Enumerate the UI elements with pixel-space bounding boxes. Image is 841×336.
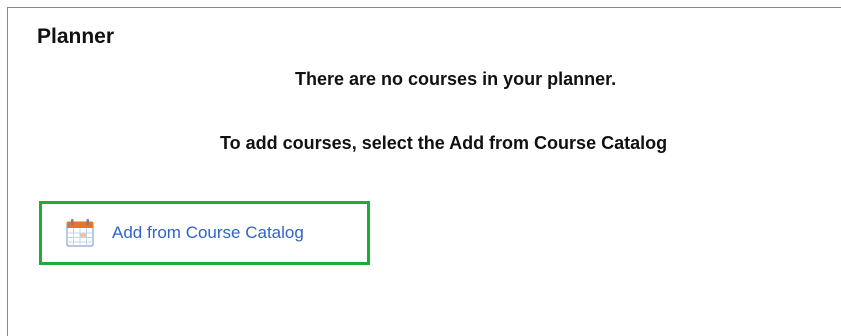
page-title: Planner — [37, 25, 115, 48]
add-from-course-catalog-link[interactable]: Add from Course Catalog — [65, 218, 304, 248]
add-link-highlight-box: Add from Course Catalog — [39, 201, 370, 265]
add-from-course-catalog-label: Add from Course Catalog — [112, 223, 304, 242]
add-courses-instruction: To add courses, select the Add from Cour… — [220, 133, 668, 153]
planner-panel: Planner There are no courses in your pla… — [7, 7, 841, 336]
empty-planner-message: There are no courses in your planner. — [295, 69, 617, 89]
calendar-icon — [65, 218, 95, 248]
